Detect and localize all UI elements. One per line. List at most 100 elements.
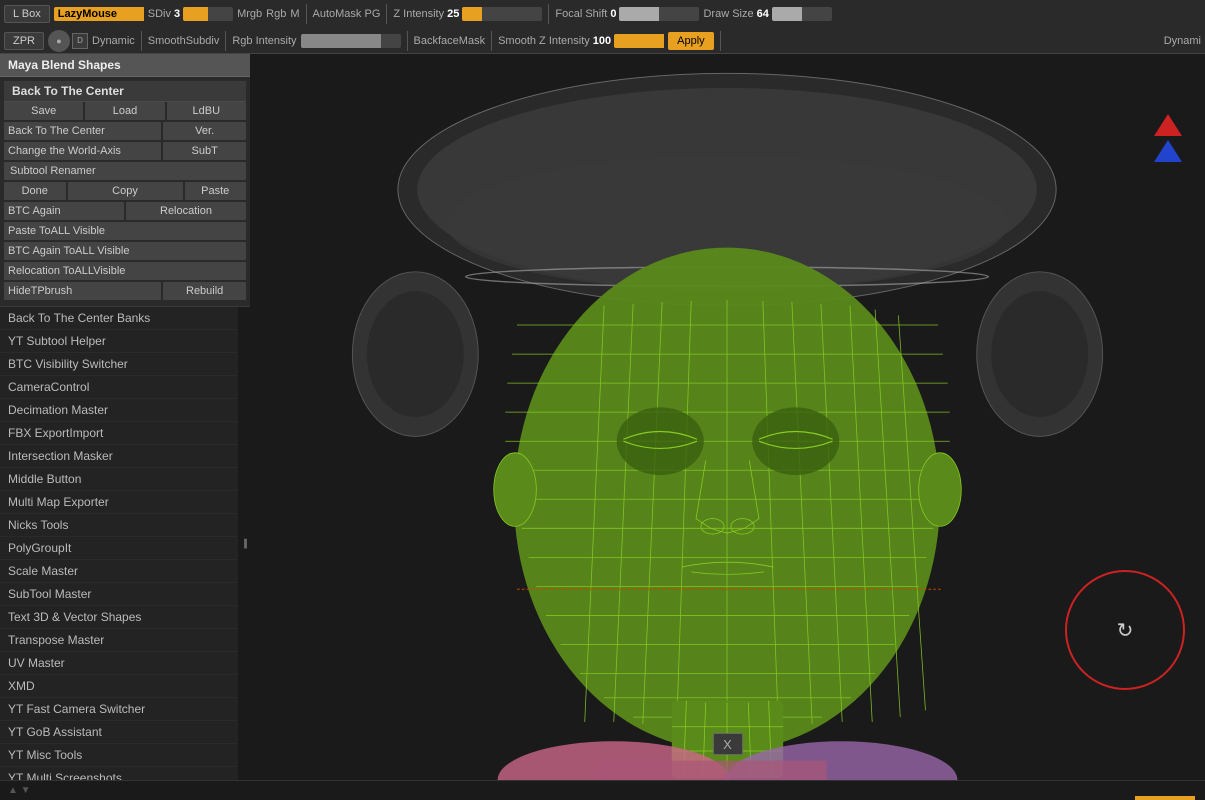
load-button[interactable]: Load	[85, 102, 164, 120]
zpr-circle-icon[interactable]: ●	[48, 30, 70, 52]
lazy-mouse-group: LazyMouse	[54, 7, 144, 21]
mrgb-label[interactable]: Mrgb	[237, 8, 262, 20]
plugin-list-item[interactable]: Transpose Master	[0, 629, 238, 652]
plugin-title[interactable]: Back To The Center	[4, 81, 246, 102]
divider3	[548, 4, 549, 24]
nav-blue-arrow	[1154, 140, 1182, 162]
ldbu-button[interactable]: LdBU	[167, 102, 246, 120]
smooth-z-value: 100	[593, 35, 611, 47]
close-button[interactable]: X	[713, 733, 743, 755]
done-button[interactable]: Done	[4, 182, 66, 200]
plugin-list-item[interactable]: Multi Map Exporter	[0, 491, 238, 514]
backface-mask-label[interactable]: BackfaceMask	[414, 35, 486, 47]
lbox-button[interactable]: L Box	[4, 5, 50, 23]
bottom-bar: ▲ ▼	[0, 780, 1205, 800]
divider7	[491, 31, 492, 51]
zpr-icon-group: ● D	[48, 30, 88, 52]
apply-button[interactable]: Apply	[668, 32, 714, 50]
nav-gizmo	[1140, 114, 1195, 214]
smooth-z-group: Smooth Z Intensity 100	[498, 34, 664, 48]
plugin-list-wrapper: Back To The Center BanksYT Subtool Helpe…	[0, 307, 250, 780]
save-button[interactable]: Save	[4, 102, 83, 120]
zpr-d-icon[interactable]: D	[72, 33, 88, 49]
btcagain-button[interactable]: BTC Again	[4, 202, 124, 220]
divider5	[225, 31, 226, 51]
nav-red-arrow	[1154, 114, 1182, 136]
plugin-list-item[interactable]: YT Multi Screenshots	[0, 767, 238, 780]
plugin-list-item[interactable]: CameraControl	[0, 376, 238, 399]
plugin-list-item[interactable]: YT Misc Tools	[0, 744, 238, 767]
subtool-renamer-button[interactable]: Subtool Renamer	[4, 162, 246, 180]
btcagain-toall-button[interactable]: BTC Again ToALL Visible	[4, 242, 246, 260]
draw-size-indicator-bar	[1135, 796, 1195, 800]
plugin-list-item[interactable]: Nicks Tools	[0, 514, 238, 537]
plugin-list-item[interactable]: YT Subtool Helper	[0, 330, 238, 353]
plugin-list-item[interactable]: XMD	[0, 675, 238, 698]
rotate-icon: ↻	[1117, 618, 1134, 643]
z-intensity-value: 25	[447, 8, 459, 20]
zpr-button[interactable]: ZPR	[4, 32, 44, 50]
plugin-list-item[interactable]: FBX ExportImport	[0, 422, 238, 445]
plugin-list-item[interactable]: BTC Visibility Switcher	[0, 353, 238, 376]
toolbar-row2: ZPR ● D Dynamic SmoothSubdiv Rgb Intensi…	[0, 28, 1205, 54]
plugin-section: Back To The Center Save Load LdBU Back T…	[0, 77, 250, 307]
relocation-toall-row: Relocation ToALLVisible	[4, 262, 246, 280]
main-area: Maya Blend Shapes Back To The Center Sav…	[0, 54, 1205, 780]
paste-toall-row: Paste ToALL Visible	[4, 222, 246, 240]
plugin-list-item[interactable]: YT GoB Assistant	[0, 721, 238, 744]
copy-button[interactable]: Copy	[68, 182, 183, 200]
changeworld-button[interactable]: Change the World-Axis	[4, 142, 161, 160]
done-copy-paste-row: Done Copy Paste	[4, 182, 246, 200]
focal-shift-group: Focal Shift 0	[555, 7, 699, 21]
rgb-label[interactable]: Rgb	[266, 8, 286, 20]
draw-size-slider[interactable]	[772, 7, 832, 21]
lazy-mouse-label: LazyMouse	[58, 8, 117, 20]
sdiv-label: SDiv	[148, 8, 171, 20]
plugin-list-item[interactable]: YT Fast Camera Switcher	[0, 698, 238, 721]
plugin-list-item[interactable]: Middle Button	[0, 468, 238, 491]
focal-shift-slider[interactable]	[619, 7, 699, 21]
plugin-list-item[interactable]: Back To The Center Banks	[0, 307, 238, 330]
rotate-circle[interactable]: ↻	[1065, 570, 1185, 690]
sdiv-value: 3	[174, 8, 180, 20]
viewport: ↻ X	[250, 54, 1205, 780]
plugin-list-item[interactable]: Scale Master	[0, 560, 238, 583]
smooth-z-slider[interactable]	[614, 34, 664, 48]
z-intensity-slider[interactable]	[462, 7, 542, 21]
paste-toall-button[interactable]: Paste ToALL Visible	[4, 222, 246, 240]
relocation-button[interactable]: Relocation	[126, 202, 246, 220]
plugin-list-item[interactable]: SubTool Master	[0, 583, 238, 606]
changeworld-row: Change the World-Axis SubT	[4, 142, 246, 160]
smooth-subdiv-label[interactable]: SmoothSubdiv	[148, 35, 220, 47]
divider2	[386, 4, 387, 24]
m-label[interactable]: M	[290, 8, 299, 20]
ver-button[interactable]: Ver.	[163, 122, 246, 140]
divider1	[306, 4, 307, 24]
draw-size-label: Draw Size	[703, 8, 753, 20]
relocation-toall-button[interactable]: Relocation ToALLVisible	[4, 262, 246, 280]
dynamic-label[interactable]: Dynamic	[92, 35, 135, 47]
plugin-list-item[interactable]: UV Master	[0, 652, 238, 675]
plugin-list-item[interactable]: Intersection Masker	[0, 445, 238, 468]
btc-ver-row: Back To The Center Ver.	[4, 122, 246, 140]
list-scroll-bar[interactable]: ▐	[238, 307, 250, 780]
paste-button[interactable]: Paste	[185, 182, 247, 200]
sdiv-group: SDiv 3	[148, 7, 233, 21]
lazy-mouse-slider[interactable]: LazyMouse	[54, 7, 144, 21]
viewport-canvas[interactable]	[250, 54, 1205, 780]
plugin-list-item[interactable]: PolyGroupIt	[0, 537, 238, 560]
rgb-intensity-slider[interactable]	[301, 34, 401, 48]
sdiv-slider[interactable]	[183, 7, 233, 21]
plugin-list-item[interactable]: Text 3D & Vector Shapes	[0, 606, 238, 629]
automask-label[interactable]: AutoMask PG	[313, 8, 381, 20]
left-panel: Maya Blend Shapes Back To The Center Sav…	[0, 54, 250, 780]
hidetp-button[interactable]: HideTPbrush	[4, 282, 161, 300]
focal-shift-label: Focal Shift	[555, 8, 607, 20]
btcagain-toall-row: BTC Again ToALL Visible	[4, 242, 246, 260]
z-intensity-group: Z Intensity 25	[393, 7, 542, 21]
plugin-list-item[interactable]: Decimation Master	[0, 399, 238, 422]
rebuild-button[interactable]: Rebuild	[163, 282, 246, 300]
backtocenter-button[interactable]: Back To The Center	[4, 122, 161, 140]
z-intensity-label: Z Intensity	[393, 8, 444, 20]
subt-button[interactable]: SubT	[163, 142, 246, 160]
